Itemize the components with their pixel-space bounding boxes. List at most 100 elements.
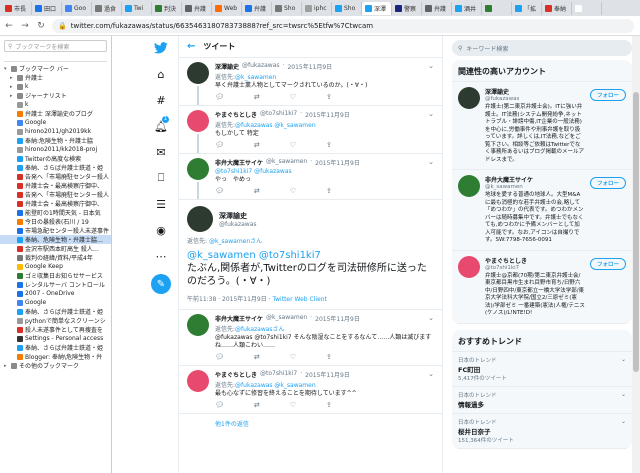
tweet[interactable]: やまぐちとしき @to7shi1ki7 · 2015年11月9日 返信先:@fukaza… <box>179 106 442 154</box>
follow-button[interactable]: フォロー <box>589 89 626 101</box>
browser-tab[interactable]: Sho <box>272 1 302 15</box>
browser-tab[interactable]: 深澤 <box>362 1 392 15</box>
expand-toggle-icon[interactable]: ▸ <box>4 363 9 369</box>
chevron-down-icon[interactable]: ⌄ <box>428 370 434 378</box>
explore-hashtag-icon[interactable]: # <box>153 92 169 108</box>
bookmark-item[interactable]: k <box>0 100 111 109</box>
browser-tab[interactable]: Twi <box>122 1 152 15</box>
bookmark-item[interactable]: 能登町の1時間天気 - 日本気 <box>0 208 111 217</box>
browser-tab[interactable]: 奉納 <box>542 1 572 15</box>
bookmark-item[interactable]: 市場急配センター殺人未遂事件 <box>0 226 111 235</box>
browser-tab[interactable]: 酒井 <box>452 1 482 15</box>
account-handle[interactable]: @fukazawas <box>485 96 585 102</box>
trend-name[interactable]: 情報過多 <box>458 399 626 409</box>
retweet-icon[interactable]: ⇄ <box>254 93 260 101</box>
avatar[interactable] <box>458 255 480 278</box>
expand-toggle-icon[interactable]: ▸ <box>10 75 15 81</box>
bookmark-item[interactable]: 今日の暴殺表(石川 / 19 <box>0 217 111 226</box>
twitter-bird-icon[interactable] <box>153 40 169 56</box>
bookmark-item[interactable]: 奉納、さらば弁護士鉄道・姫 <box>0 307 111 316</box>
address-bar[interactable]: 🔒 twitter.com/fukazawas/status/663546318… <box>52 18 634 33</box>
bookmark-folder[interactable]: ▸ 弁護士 <box>0 73 111 82</box>
bookmark-item[interactable]: ゴミ収集日お知らせサービス <box>0 271 111 280</box>
share-icon[interactable]: ⇪ <box>326 187 332 195</box>
bookmark-search-input[interactable]: ⚲ ブックマークを検索 <box>4 40 107 52</box>
reload-icon[interactable]: ↻ <box>36 21 46 31</box>
reply-icon[interactable]: 💬︎ <box>215 401 224 409</box>
chevron-down-icon[interactable]: ⌄ <box>428 314 434 322</box>
trend-name[interactable]: 桜井日奈子 <box>458 426 626 436</box>
expand-toggle-icon[interactable]: ▸ <box>10 93 15 99</box>
tweet-timestamp[interactable]: 午前11:38 · 2015年11月9日 · <box>187 296 272 303</box>
avatar[interactable] <box>187 206 213 232</box>
bookmark-item[interactable]: Google <box>0 118 111 127</box>
tweet-time[interactable]: 2015年11月9日 <box>305 370 350 379</box>
avatar[interactable] <box>458 175 480 197</box>
chevron-down-icon[interactable]: ⌄ <box>428 110 434 118</box>
bookmark-item[interactable]: 裁判の経緯/資料/平成4年 <box>0 253 111 262</box>
tweet[interactable]: 深澤諭史 @fukazawas · 2015年11月9日 返信先:@k_sawamen 早… <box>179 58 442 106</box>
browser-tab[interactable]: 弁護 <box>422 1 452 15</box>
bookmark-item[interactable]: 殺人未遂事件として再捜査を <box>0 325 111 334</box>
author-name[interactable]: 非弁大魔王サイケ <box>215 158 263 167</box>
browser-tab[interactable]: Goo <box>62 1 92 15</box>
bookmark-folder[interactable]: ▸ ジャーナリスト <box>0 91 111 100</box>
chevron-down-icon[interactable]: ⌄ <box>621 418 626 425</box>
reply-icon[interactable]: 💬︎ <box>215 141 224 149</box>
avatar[interactable] <box>187 158 209 180</box>
page-scrollbar[interactable] <box>632 36 640 473</box>
reply-to-link[interactable]: @k_sawamen <box>235 74 276 81</box>
author-handle[interactable]: @k_sawamen <box>266 158 307 167</box>
bookmark-item[interactable]: Settings - Personal access <box>0 334 111 343</box>
like-icon[interactable]: ♡ <box>290 187 296 195</box>
tweet[interactable]: 非弁大魔王サイケ @k_sawamen · 2015年11月9日 @to7shi1ki7… <box>179 154 442 200</box>
author-name[interactable]: 深澤諭史 <box>215 62 239 71</box>
reply-icon[interactable]: 💬︎ <box>215 93 224 101</box>
client-link[interactable]: Twitter Web Client <box>272 296 326 303</box>
account-name[interactable]: 深澤諭史 <box>485 87 585 96</box>
bookmark-item[interactable]: 弁護士 深澤諭史のブログ <box>0 109 111 118</box>
related-account[interactable]: 非弁大魔王サイケ @k_sawamen 地球を愛する普通の地球人。大型M&Aに最も消… <box>452 170 632 251</box>
bookmark-item[interactable]: Google Keep <box>0 262 111 271</box>
like-icon[interactable]: ♡ <box>290 141 296 149</box>
reply-to-link[interactable]: @fukazawas @k_sawamen <box>235 382 316 389</box>
more-icon[interactable]: ⋯ <box>153 248 169 264</box>
mention-link[interactable]: @k_sawamen @to7shi1ki7 <box>187 249 434 262</box>
retweet-icon[interactable]: ⇄ <box>254 401 260 409</box>
like-icon[interactable]: ♡ <box>290 93 296 101</box>
bookmark-item[interactable]: Twitterの高度な検索 <box>0 154 111 163</box>
avatar[interactable] <box>187 370 209 392</box>
bookmark-item[interactable]: hirono2011/gh2019kk <box>0 127 111 136</box>
browser-tab[interactable]: 過食 <box>92 1 122 15</box>
trend-item[interactable]: 日本のトレンド FC町田 5,417件のツイート ⌄ <box>452 352 632 387</box>
browser-tab[interactable] <box>572 1 602 15</box>
reply-icon[interactable]: 💬︎ <box>215 187 224 195</box>
tweet-time[interactable]: 2015年11月9日 <box>287 62 332 71</box>
author-handle[interactable]: @k_sawamen <box>266 314 307 323</box>
browser-tab[interactable]: 警察 <box>392 1 422 15</box>
related-account[interactable]: やまぐちとしき @to7shi1ki7 弁護士@京都(70期/第二東京弁護士会/東京… <box>452 251 632 324</box>
messages-envelope-icon[interactable]: ✉ <box>153 144 169 160</box>
browser-tab[interactable]: 弁護 <box>242 1 272 15</box>
bookmark-item[interactable]: レンタルサーバ コントロール <box>0 280 111 289</box>
bookmark-item[interactable]: 奉納:危険生物・弁護士脇 <box>0 136 111 145</box>
bookmark-folder[interactable]: ▸ k <box>0 82 111 91</box>
author-handle[interactable]: @fukazawas <box>219 221 257 228</box>
bookmark-item[interactable]: 2007 - OneDrive <box>0 289 111 298</box>
retweet-icon[interactable]: ⇄ <box>254 353 260 361</box>
lists-icon[interactable]: ☰ <box>153 196 169 212</box>
bookmark-item[interactable]: 弁護士会・最高検察庁御中、 <box>0 181 111 190</box>
browser-tab[interactable]: Web <box>212 1 242 15</box>
avatar[interactable] <box>187 314 209 336</box>
like-icon[interactable]: ♡ <box>290 401 296 409</box>
bookmark-item[interactable]: 奉納、危険生物・弁護士脇… <box>0 235 111 244</box>
bookmark-item[interactable]: Google <box>0 298 111 307</box>
chevron-down-icon[interactable]: ⌄ <box>428 62 434 70</box>
trend-item[interactable]: 日本のトレンド 桜井日奈子 151,364件のツイート ⌄ <box>452 414 632 449</box>
browser-tab[interactable]: Sho <box>332 1 362 15</box>
like-icon[interactable]: ♡ <box>290 353 296 361</box>
related-account[interactable]: 深澤諭史 @fukazawas 弁護士(第二東京弁護士会)。ITに強い弁護士。IT法… <box>452 82 632 170</box>
retweet-icon[interactable]: ⇄ <box>254 141 260 149</box>
trend-item[interactable]: 日本のトレンド 情報過多 ⌄ <box>452 387 632 414</box>
browser-tab[interactable]: 「拡 <box>512 1 542 15</box>
